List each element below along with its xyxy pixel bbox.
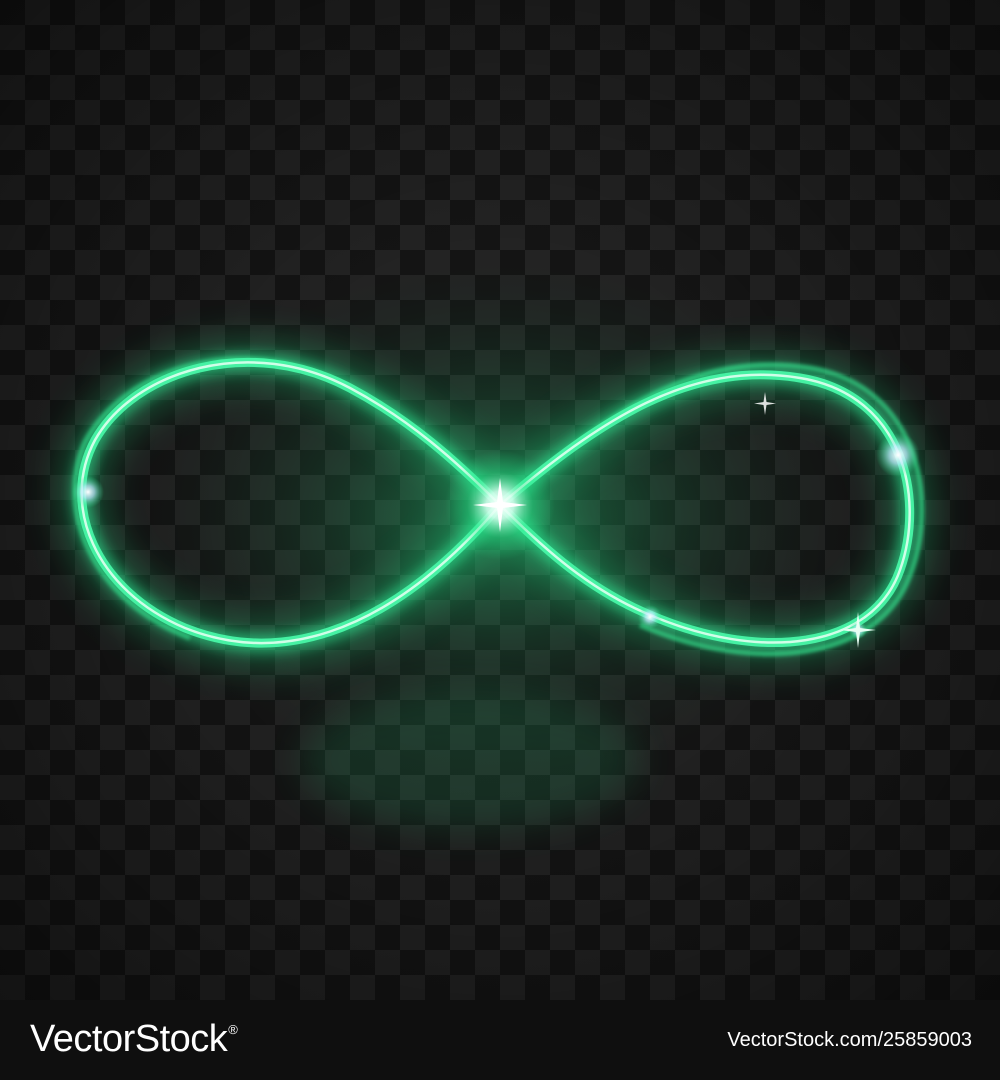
- brand-logo: VectorStock®: [30, 1018, 238, 1061]
- image-canvas: [0, 0, 1000, 1000]
- lower-glow: [300, 690, 640, 830]
- watermark-bar: VectorStock® VectorStock.com/25859003: [0, 1000, 1000, 1080]
- sparkle-bottom: [638, 605, 662, 629]
- brand-name: VectorStock: [30, 1018, 228, 1060]
- sparkle-right: [876, 433, 920, 477]
- sparkle-left: [72, 476, 104, 508]
- trademark-symbol: ®: [228, 1022, 238, 1037]
- image-id: VectorStock.com/25859003: [727, 1029, 972, 1051]
- infinity-artwork: [58, 260, 933, 830]
